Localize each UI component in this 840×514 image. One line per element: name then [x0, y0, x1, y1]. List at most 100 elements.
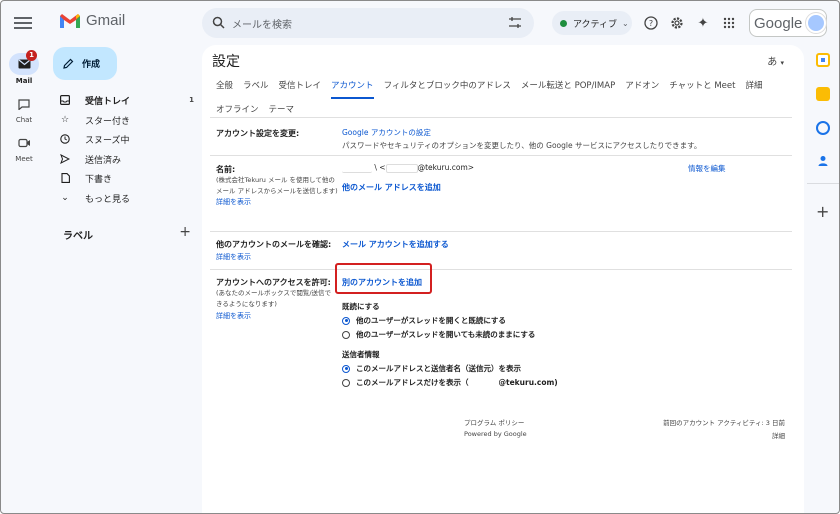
tab-themes[interactable]: テーマ	[269, 103, 295, 121]
nav-item-snoozed[interactable]: スヌーズ中	[59, 130, 194, 148]
clock-icon	[59, 134, 71, 144]
radio-selected[interactable]	[342, 364, 350, 373]
footer-right: 前回のアカウント アクティビティ: 3 日前 詳細	[663, 417, 785, 440]
edit-info-link[interactable]: 情報を編集	[688, 163, 726, 174]
sender-info-group: 送信者情報 このメールアドレスと送信者名（送信元）を表示 このメールアドレスだけ…	[342, 349, 558, 388]
search-options-icon[interactable]	[508, 16, 522, 29]
mark-read-option[interactable]: 他のユーザーがスレッドを開くと既読にする	[342, 315, 535, 326]
rail-chat-label: Chat	[15, 116, 33, 124]
radio-selected[interactable]	[342, 316, 350, 325]
grant-access-label: アカウントへのアクセスを許可:	[216, 278, 331, 287]
top-bar: Gmail メールを検索 アクティブ ⌄ ? ✦ Google	[1, 1, 839, 45]
settings-gear-icon[interactable]	[669, 15, 685, 31]
divider	[210, 269, 792, 270]
keep-icon[interactable]	[816, 87, 830, 101]
page-title: 設定	[212, 54, 240, 70]
grant-access-note: (あなたのメールボックスで閲覧/送信できるようになります)	[216, 289, 332, 308]
labels-heading: ラベル	[63, 231, 93, 242]
powered-by: Powered by Google	[464, 430, 527, 438]
nav-item-more[interactable]: ⌄ もっと見る	[59, 189, 194, 207]
grant-access-details-link[interactable]: 詳細を表示	[216, 311, 336, 321]
contacts-icon[interactable]	[816, 153, 830, 167]
tab-addons[interactable]: アドオン	[625, 79, 659, 99]
tab-offline[interactable]: オフライン	[216, 103, 259, 121]
gmail-m-icon	[60, 13, 80, 28]
side-panel-rail: +	[807, 45, 839, 513]
rail-mail[interactable]: 1 Mail	[1, 50, 47, 85]
program-policy-link[interactable]: プログラム ポリシー	[464, 417, 527, 427]
tab-inbox[interactable]: 受信トレイ	[279, 79, 322, 99]
tab-chat-meet[interactable]: チャットと Meet	[669, 79, 735, 99]
name-details-link[interactable]: 詳細を表示	[216, 197, 340, 207]
highlight-box	[335, 263, 432, 294]
tab-general[interactable]: 全般	[216, 79, 233, 99]
nav-label: スター付き	[85, 116, 131, 127]
chevron-down-icon: ⌄	[622, 18, 629, 28]
status-selector[interactable]: アクティブ ⌄	[552, 11, 632, 35]
nav-label: もっと見る	[85, 194, 131, 205]
check-mail-label: 他のアカウントのメールを確認:	[216, 240, 332, 249]
activity-details-link[interactable]: 詳細	[663, 430, 785, 440]
compose-label: 作成	[82, 60, 101, 70]
divider	[210, 155, 792, 156]
divider	[210, 231, 792, 232]
add-label-icon[interactable]: +	[179, 225, 191, 242]
nav-item-sent[interactable]: 送信済み	[59, 150, 194, 168]
input-tools-icon[interactable]: あ ▾	[767, 53, 784, 68]
keep-unread-option[interactable]: 他のユーザーがスレッドを開いても未読のままにする	[342, 329, 535, 340]
status-dot	[560, 19, 567, 27]
name-section: 名前: (株式会社Tekuru メール を使用して他のメール アドレスからメール…	[216, 164, 340, 207]
google-account-settings-link[interactable]: Google アカウントの設定	[342, 127, 431, 138]
pencil-icon	[63, 58, 74, 69]
get-addons-plus-icon[interactable]: +	[816, 204, 829, 220]
chevron-down-icon: ⌄	[61, 193, 69, 203]
rail-meet-label: Meet	[15, 155, 33, 163]
tab-filters[interactable]: フィルタとブロック中のアドレス	[384, 79, 511, 99]
add-other-address-link[interactable]: 他のメール アドレスを追加	[342, 182, 441, 193]
meet-camera-icon	[9, 132, 39, 154]
svg-text:?: ?	[649, 19, 653, 28]
nav-item-drafts[interactable]: 下書き	[59, 169, 194, 187]
show-address-and-sender-option[interactable]: このメールアドレスと送信者名（送信元）を表示	[342, 363, 558, 374]
apps-grid-icon[interactable]	[721, 15, 737, 31]
tab-advanced[interactable]: 詳細	[745, 79, 762, 99]
star-icon: ☆	[60, 115, 70, 125]
radio-unselected[interactable]	[342, 330, 350, 339]
nav-label: 受信トレイ	[85, 96, 131, 107]
labels-section: ラベル +	[63, 225, 191, 242]
avatar	[806, 13, 826, 33]
tab-labels[interactable]: ラベル	[243, 79, 269, 99]
rail-divider	[807, 183, 839, 184]
footer-left: プログラム ポリシー Powered by Google	[464, 417, 527, 438]
nav-item-inbox[interactable]: 受信トレイ 1	[59, 91, 194, 109]
show-address-only-option[interactable]: このメールアドレスだけを表示（ @tekuru.com)	[342, 377, 558, 388]
account-settings-label: アカウント設定を変更:	[216, 129, 300, 138]
main-menu-icon[interactable]	[14, 14, 32, 32]
search-input[interactable]: メールを検索	[232, 16, 292, 31]
compose-button[interactable]: 作成	[53, 47, 117, 80]
gmail-logo[interactable]: Gmail	[59, 12, 125, 29]
search-bar[interactable]: メールを検索	[202, 8, 534, 38]
search-icon[interactable]	[212, 16, 225, 29]
settings-panel: 設定 あ ▾ 全般 ラベル 受信トレイ アカウント フィルタとブロック中のアドレ…	[202, 45, 804, 513]
tab-accounts[interactable]: アカウント	[331, 79, 374, 99]
rail-chat[interactable]: Chat	[1, 93, 47, 124]
gemini-sparkle-icon[interactable]: ✦	[695, 15, 711, 31]
chat-icon	[9, 93, 39, 115]
add-mail-account-link[interactable]: メール アカウントを追加する	[342, 239, 449, 250]
rail-meet[interactable]: Meet	[1, 132, 47, 163]
inbox-icon	[59, 95, 71, 105]
check-mail-details-link[interactable]: 詳細を表示	[216, 252, 342, 262]
tab-forwarding[interactable]: メール転送と POP/IMAP	[521, 79, 615, 99]
nav-label: スヌーズ中	[85, 135, 130, 146]
account-switcher[interactable]: Google	[749, 9, 827, 37]
calendar-icon[interactable]	[816, 53, 830, 67]
help-icon[interactable]: ?	[643, 15, 659, 31]
google-wordmark: Google	[754, 14, 803, 32]
nav-item-starred[interactable]: ☆ スター付き	[59, 111, 194, 129]
mark-read-heading: 既読にする	[342, 302, 380, 311]
mail-badge: 1	[26, 50, 37, 61]
radio-unselected[interactable]	[342, 378, 350, 387]
name-note: (株式会社Tekuru メール を使用して他のメール アドレスからメールを送信し…	[216, 176, 338, 195]
tasks-icon[interactable]	[816, 121, 830, 135]
